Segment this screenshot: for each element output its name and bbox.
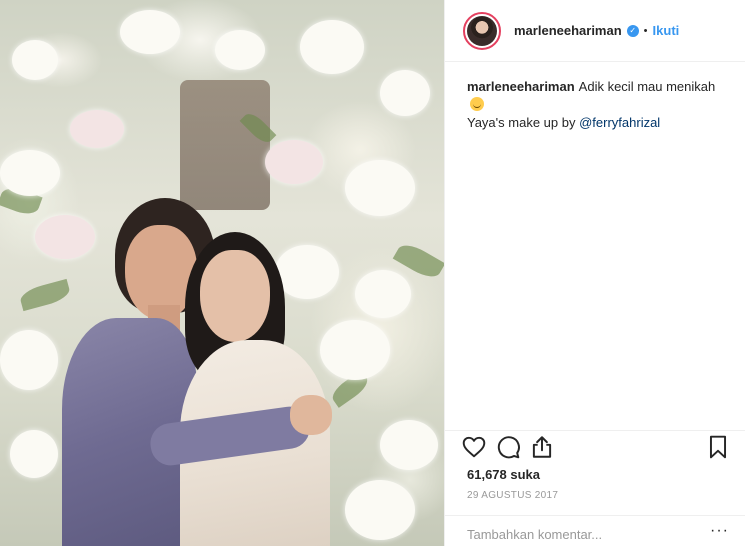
photo-flower bbox=[265, 140, 323, 184]
post-header: marleneehariman ✓ • Ikuti bbox=[445, 0, 745, 62]
photo-flower bbox=[275, 245, 339, 299]
photo-background-carving bbox=[180, 80, 270, 210]
photo-flower bbox=[215, 30, 265, 70]
photo-leaf bbox=[18, 278, 72, 312]
photo-flower bbox=[70, 110, 124, 148]
likes-count[interactable]: 61,678 suka bbox=[467, 467, 540, 482]
comment-box: ··· bbox=[445, 515, 745, 546]
verified-badge-icon: ✓ bbox=[626, 24, 639, 37]
more-options-icon[interactable]: ··· bbox=[710, 523, 729, 539]
post-sidebar: marleneehariman ✓ • Ikuti marleneeharima… bbox=[444, 0, 745, 546]
comment-bubble-icon[interactable] bbox=[495, 434, 521, 460]
photo-flower bbox=[120, 10, 180, 54]
header-username[interactable]: marleneehariman bbox=[514, 23, 622, 38]
caption-mention-link[interactable]: @ferryfahrizal bbox=[579, 115, 660, 130]
photo-flower bbox=[12, 40, 58, 80]
photo-flower bbox=[380, 420, 438, 470]
photo-flower bbox=[0, 330, 58, 390]
photo-flower bbox=[35, 215, 95, 259]
caption-username[interactable]: marleneehariman bbox=[467, 79, 575, 94]
photo-flower bbox=[355, 270, 411, 318]
caption-line2-text: Yaya's make up by bbox=[467, 115, 576, 130]
heart-icon[interactable] bbox=[461, 434, 487, 460]
photo-flower bbox=[300, 20, 364, 74]
photo-flower bbox=[345, 160, 415, 216]
avatar[interactable] bbox=[463, 11, 501, 50]
post-photo[interactable] bbox=[0, 0, 444, 546]
photo-flower bbox=[320, 320, 390, 380]
share-icon[interactable] bbox=[529, 434, 555, 460]
avatar-image bbox=[467, 15, 497, 46]
photo-flower bbox=[0, 150, 60, 196]
woman-right-face bbox=[200, 250, 270, 342]
instagram-post: marleneehariman ✓ • Ikuti marleneeharima… bbox=[0, 0, 745, 546]
smiling-face-icon bbox=[470, 97, 484, 111]
comment-input[interactable] bbox=[467, 527, 697, 542]
woman-right-hand bbox=[290, 395, 332, 435]
header-separator: • bbox=[643, 24, 648, 37]
photo-flower bbox=[10, 430, 58, 478]
action-bar bbox=[445, 430, 745, 464]
caption: marleneehariman Adik kecil mau menikah Ya… bbox=[445, 62, 745, 132]
bookmark-icon[interactable] bbox=[705, 434, 731, 460]
photo-flower bbox=[380, 70, 430, 116]
caption-text: Adik kecil mau menikah bbox=[578, 79, 716, 94]
follow-button[interactable]: Ikuti bbox=[653, 23, 680, 38]
post-date[interactable]: 29 AGUSTUS 2017 bbox=[467, 490, 558, 501]
photo-flower bbox=[345, 480, 415, 540]
